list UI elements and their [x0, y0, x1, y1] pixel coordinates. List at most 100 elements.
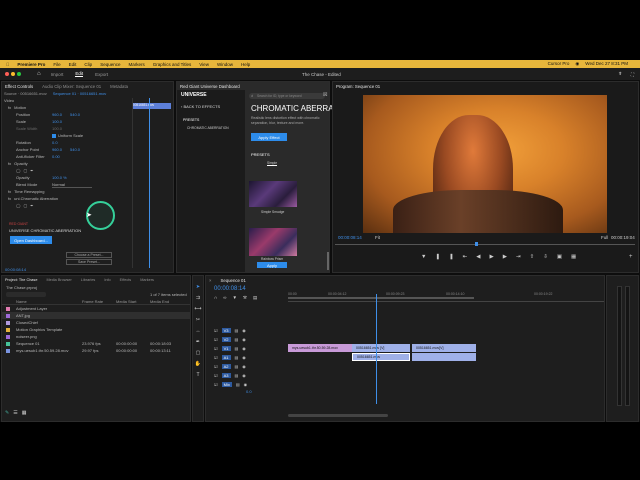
ec-playhead[interactable] [149, 98, 150, 268]
export-frame-icon[interactable]: ▣ [557, 254, 562, 260]
sequence-label[interactable]: Sequence 01 · 00516651.mov [53, 91, 107, 96]
marker-icon[interactable]: ▼ [232, 295, 236, 301]
ellipse-mask-icon[interactable]: ◯ [16, 203, 20, 208]
label-color-swatch[interactable] [6, 327, 10, 332]
position-x[interactable]: 960.0 [52, 112, 70, 117]
tab-effects[interactable]: Effects [120, 278, 132, 282]
hand-tool-icon[interactable]: ✋ [195, 361, 201, 367]
track-header[interactable]: ☑ A2 ▤ ◉ [214, 362, 286, 370]
track-target[interactable]: A2 [221, 363, 231, 369]
close-tab-icon[interactable]: × [209, 278, 212, 283]
menu-markers[interactable]: Markers [128, 62, 144, 67]
project-row[interactable]: ANT.jpg [2, 312, 190, 319]
label-color-swatch[interactable] [6, 334, 10, 339]
menu-help[interactable]: Help [241, 62, 250, 67]
effect-controls-timecode[interactable]: 00:00:08:14 [5, 267, 26, 272]
eye-icon[interactable]: ◉ [242, 373, 246, 378]
wifi-icon[interactable]: ◉ [575, 61, 579, 67]
type-tool-icon[interactable]: T [196, 372, 199, 378]
opacity-value[interactable]: 100.0 % [52, 175, 67, 180]
track-header[interactable]: ☑ A3 ▤ ◉ [214, 371, 286, 379]
dashboard-close-icon[interactable]: ☒ [323, 92, 327, 98]
track-header[interactable]: ☑ V2 ▤ ◉ [214, 335, 286, 343]
timeline-clip-adjust[interactable]: mys.uesub1.thr.50.59.28.mov [288, 344, 352, 352]
tab-markers[interactable]: Markers [140, 278, 154, 282]
track-header[interactable]: ☑ A1 ▤ ◉ [214, 353, 286, 361]
label-color-swatch[interactable] [6, 348, 10, 353]
list-view-icon[interactable]: ☰ [13, 410, 17, 416]
share-icon[interactable]: ⤊ [618, 71, 622, 77]
step-forward-icon[interactable]: ▶ [503, 254, 507, 260]
step-back-icon[interactable]: ◀ [476, 254, 480, 260]
save-preset-button[interactable]: Save Preset... [66, 259, 112, 265]
fullscreen-icon[interactable]: ⛶ [631, 72, 634, 77]
eye-icon[interactable]: ◉ [242, 328, 246, 333]
dashboard-scrollbar[interactable] [327, 252, 329, 270]
rect-mask-icon[interactable]: ▢ [23, 168, 27, 173]
close-icon[interactable] [5, 72, 9, 76]
program-scrub-bar[interactable] [335, 244, 635, 245]
lock-icon[interactable]: ☑ [214, 382, 218, 387]
track-target[interactable]: A3 [221, 372, 231, 378]
go-to-in-icon[interactable]: ⇤ [463, 254, 468, 260]
wrench-icon[interactable]: ⚒ [243, 295, 247, 301]
tab-audio-mixer[interactable]: Audio Clip Mixer: Sequence 01 [42, 84, 101, 89]
work-area-bar[interactable] [288, 297, 474, 299]
pencil-icon[interactable]: ✎ [5, 410, 9, 416]
sync-icon[interactable]: ▤ [235, 355, 239, 360]
add-button-icon[interactable]: + [629, 254, 633, 260]
col-media-end[interactable]: Media End [150, 299, 169, 304]
menu-file[interactable]: File [53, 62, 60, 67]
menu-sequence[interactable]: Sequence [100, 62, 120, 67]
snap-icon[interactable]: ∩ [214, 295, 217, 301]
icon-view-icon[interactable]: ▦ [22, 410, 27, 416]
program-monitor-title[interactable]: Program: Sequence 01 [336, 84, 380, 89]
project-row[interactable]: Motion Graphics Template [2, 326, 190, 333]
eye-icon[interactable]: ◉ [244, 382, 248, 387]
menu-edit[interactable]: Edit [69, 62, 77, 67]
rect-tool-icon[interactable]: ▢ [196, 350, 201, 356]
dashboard-search[interactable]: ☌ Search for ID, type or keyword [249, 93, 325, 99]
source-label[interactable]: Source · 00516651.mov [4, 91, 47, 96]
timeline-hscroll[interactable] [288, 414, 388, 417]
program-playhead[interactable] [475, 242, 478, 246]
sync-icon[interactable]: ▤ [236, 382, 240, 387]
zoom-icon[interactable] [17, 72, 21, 76]
fit-dropdown[interactable]: Fit [375, 235, 380, 240]
mark-clip-icon[interactable]: ❚ [449, 254, 454, 260]
project-search-input[interactable] [6, 292, 46, 297]
sync-icon[interactable]: ▤ [235, 364, 239, 369]
track-target[interactable]: Mix [221, 381, 232, 387]
selection-tool-icon[interactable]: ➤ [196, 284, 200, 290]
label-color-swatch[interactable] [6, 306, 10, 311]
menu-clip[interactable]: Clip [84, 62, 92, 67]
tab-metadata[interactable]: Metadata [110, 84, 128, 89]
sync-icon[interactable]: ▤ [235, 373, 239, 378]
timeline-clip-v2b[interactable]: 00516651.mov[V] [412, 344, 476, 352]
track-target[interactable]: V1 [221, 345, 231, 351]
menu-app[interactable]: Premiere Pro [17, 62, 45, 67]
minimize-icon[interactable] [11, 72, 15, 76]
label-color-swatch[interactable] [6, 341, 10, 346]
sync-icon[interactable]: ▤ [235, 346, 239, 351]
lock-icon[interactable]: ☑ [214, 364, 218, 369]
lock-icon[interactable]: ☑ [214, 373, 218, 378]
pen-mask-icon[interactable]: ✒ [30, 168, 33, 173]
col-name[interactable]: Name [16, 299, 82, 304]
lift-icon[interactable]: ⇧ [530, 254, 535, 260]
open-dashboard-button[interactable]: Open Dashboard... [10, 236, 52, 244]
timeline-clip-v2[interactable]: 00516651.mov [V] [352, 344, 410, 352]
scale-value[interactable]: 100.0 [52, 119, 62, 124]
sync-icon[interactable]: ▤ [235, 328, 239, 333]
play-icon[interactable]: ▶ [490, 254, 494, 260]
label-color-swatch[interactable] [6, 320, 10, 325]
track-target[interactable]: A1 [221, 354, 231, 360]
track-target[interactable]: V3 [221, 327, 231, 333]
label-color-swatch[interactable] [6, 313, 10, 318]
tab-effect-controls[interactable]: Effect Controls [5, 84, 33, 89]
track-target[interactable]: V2 [221, 336, 231, 342]
uniform-scale-checkbox[interactable] [52, 133, 56, 138]
timeline-playhead[interactable] [376, 294, 377, 404]
timeline-timecode[interactable]: 00:00:08:14 [214, 286, 246, 292]
menu-graphics[interactable]: Graphics and Titles [153, 62, 192, 67]
